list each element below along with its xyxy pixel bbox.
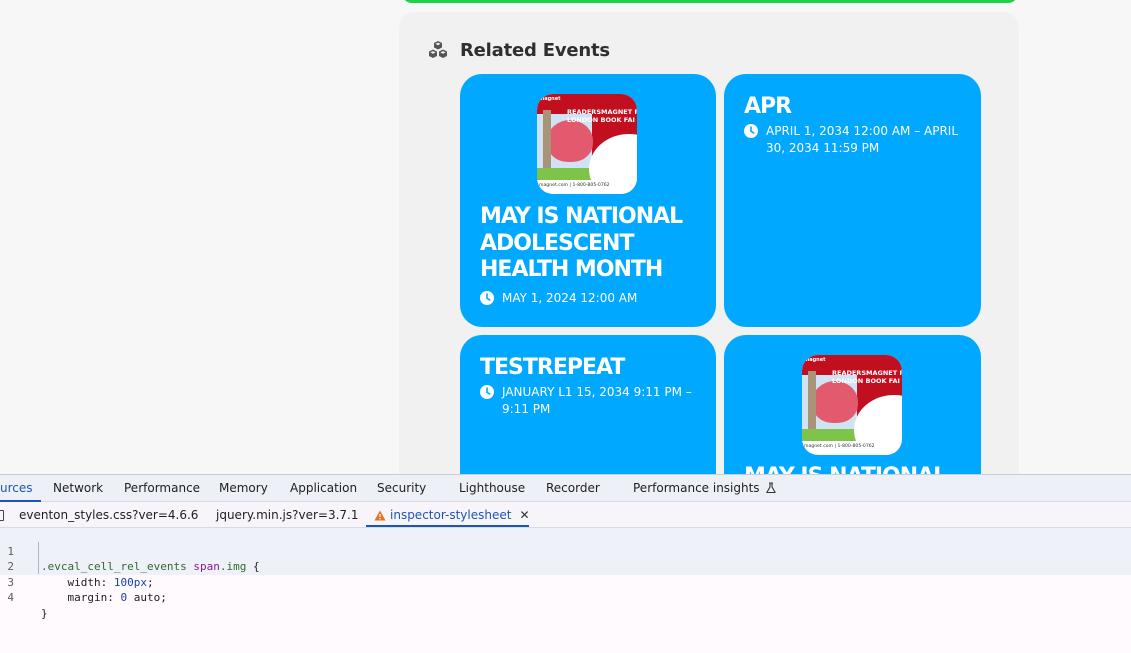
devtools-panel: urces Network Performance Memory Applica… — [0, 474, 1131, 653]
event-date: APRIL 1, 2034 12:00 AM – APRIL 30, 2034 … — [744, 123, 966, 157]
code-text: .evcal_cell_rel_events span.img { — [41, 560, 260, 573]
file-tab-eventon-styles[interactable]: eventon_styles.css?ver=4.6.6 — [19, 508, 198, 522]
event-card-testrepeat[interactable]: TESTREPEAT JANUARY L1 15, 2034 9:11 PM –… — [460, 335, 716, 474]
close-icon[interactable]: ✕ — [519, 508, 529, 522]
event-card-adolescent-health-2[interactable]: magnet READERSMAGNET PRE LONDON BOOK FAI… — [724, 335, 981, 474]
active-file-tab-indicator — [366, 525, 529, 527]
code-editor[interactable]: 1 .evcal_cell_rel_events span.img { 2 wi… — [0, 528, 1131, 653]
related-events-title: Related Events — [460, 39, 610, 61]
file-tab-label: inspector-stylesheet — [390, 508, 512, 522]
devtools-file-tabs: eventon_styles.css?ver=4.6.6 jquery.min.… — [0, 502, 1131, 528]
code-line-3: 3 margin: 0 auto; — [0, 559, 166, 605]
tab-performance-insights[interactable]: Performance insights — [633, 481, 777, 495]
event-date: JANUARY L1 15, 2034 9:11 PM – 9:11 PM — [480, 384, 702, 418]
tab-recorder[interactable]: Recorder — [546, 481, 600, 495]
code-line-4: 4 } — [0, 575, 47, 620]
code-text: width: 100px; — [41, 575, 154, 589]
event-date: MAY 1, 2024 12:00 AM — [480, 290, 705, 307]
clock-icon — [480, 290, 494, 305]
code-line-2: 2 width: 100px; — [0, 544, 153, 589]
line-number: 4 — [7, 591, 14, 604]
tab-security[interactable]: Security — [377, 481, 426, 495]
clock-icon — [480, 384, 494, 399]
tab-sources[interactable]: urces — [0, 481, 33, 495]
flask-icon — [765, 482, 776, 494]
code-text: margin: 0 auto; — [41, 591, 167, 604]
event-thumbnail: magnet READERSMAGNET PRE LONDON BOOK FAI… — [537, 94, 637, 194]
event-card-adolescent-health[interactable]: magnet READERSMAGNET PRE LONDON BOOK FAI… — [460, 74, 716, 327]
event-title[interactable]: MAY IS NATIONAL — [744, 464, 974, 474]
clock-icon — [744, 123, 758, 138]
event-title[interactable]: MAY IS NATIONAL ADOLESCENT HEALTH MONTH — [480, 204, 705, 284]
web-page: Related Events magnet READERSMAGNET PRE … — [0, 0, 1131, 474]
warning-icon — [374, 510, 386, 520]
tab-lighthouse[interactable]: Lighthouse — [459, 481, 525, 495]
event-title[interactable]: APR — [744, 94, 966, 121]
code-text: } — [41, 606, 48, 620]
file-icon — [0, 510, 4, 521]
tab-performance[interactable]: Performance — [124, 481, 200, 495]
file-tab-jquery[interactable]: jquery.min.js?ver=3.7.1 — [216, 508, 358, 522]
related-events-header: Related Events — [428, 38, 610, 62]
tab-memory[interactable]: Memory — [219, 481, 268, 495]
event-card-apr[interactable]: APR APRIL 1, 2034 12:00 AM – APRIL 30, 2… — [724, 74, 981, 327]
code-line-1: 1 .evcal_cell_rel_events span.img { — [0, 528, 259, 574]
event-thumbnail: magnet READERSMAGNET PRE LONDON BOOK FAI… — [802, 355, 902, 455]
devtools-main-tabs: urces Network Performance Memory Applica… — [0, 474, 1131, 502]
tab-performance-insights-label: Performance insights — [633, 481, 760, 495]
tab-network[interactable]: Network — [53, 481, 103, 495]
event-accent-bar — [402, 0, 1018, 3]
cubes-icon — [429, 41, 447, 58]
file-tab-inspector-stylesheet[interactable]: inspector-stylesheet ✕ — [374, 508, 530, 522]
event-title[interactable]: TESTREPEAT — [480, 355, 702, 382]
tab-application[interactable]: Application — [290, 481, 357, 495]
